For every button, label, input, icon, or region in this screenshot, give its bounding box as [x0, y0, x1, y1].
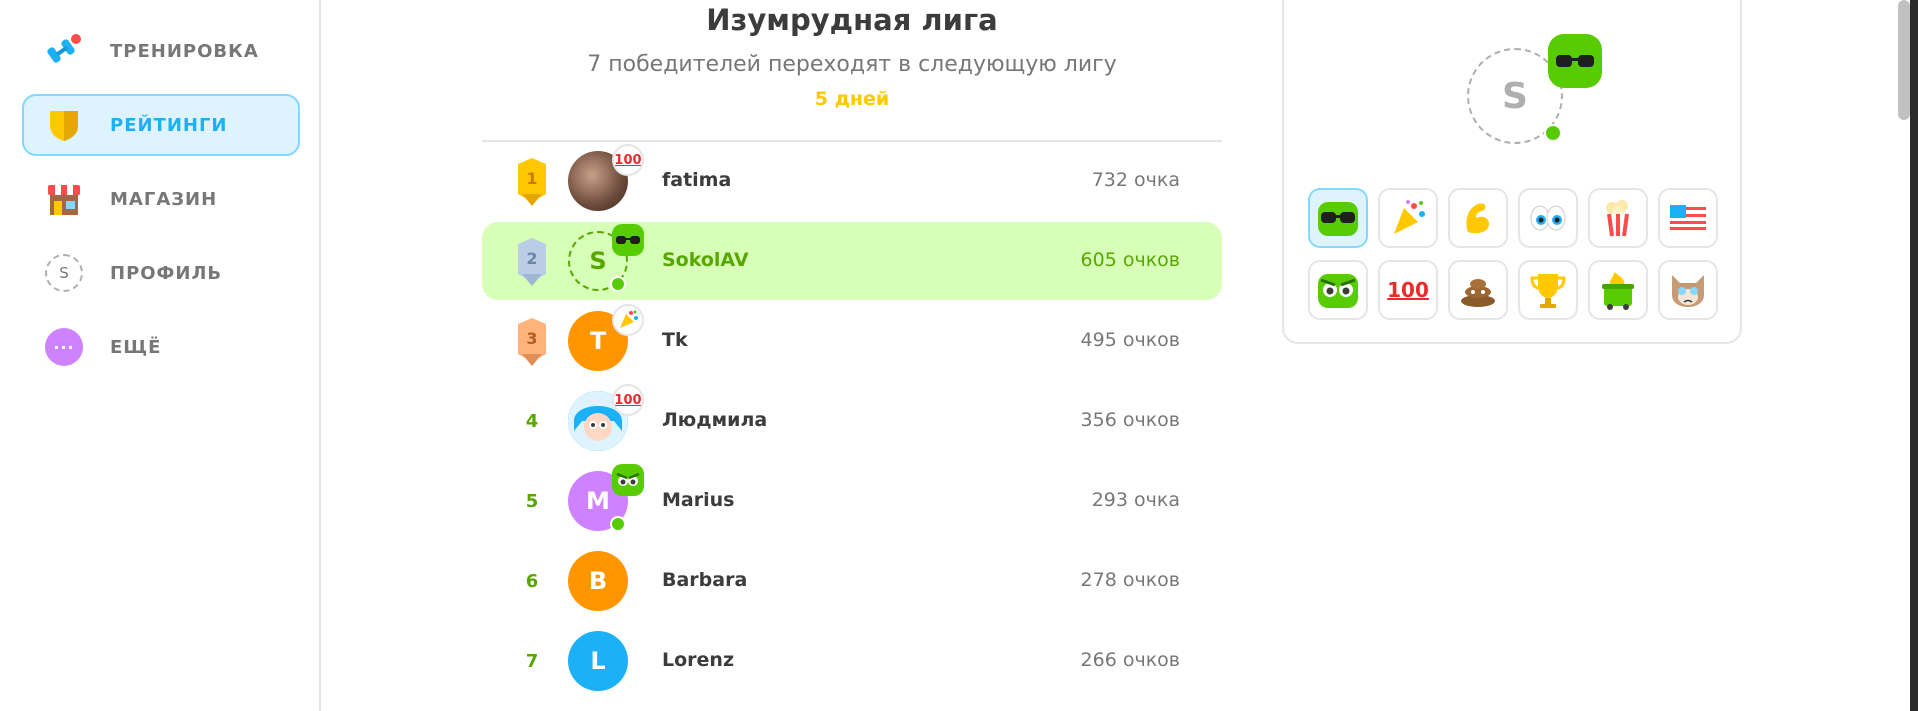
avatar[interactable]: B [568, 551, 628, 611]
leaderboard-row[interactable]: 6 B Barbara 278 очков [482, 542, 1222, 620]
popcorn-icon[interactable] [1588, 188, 1648, 248]
trophy-icon[interactable] [1518, 260, 1578, 320]
leaderboard-row[interactable]: 7 L Lorenz 266 очков [482, 622, 1222, 700]
sidebar-item-more[interactable]: ··· ЕЩЁ [22, 316, 300, 378]
profile-icon: S [42, 251, 86, 295]
sunglasses-owl-icon [1548, 34, 1602, 88]
sidebar-item-label: ЕЩЁ [110, 336, 162, 358]
bronze-medal-icon: 3 [510, 318, 554, 366]
sidebar-item-label: РЕЙТИНГИ [110, 114, 228, 136]
flexed-arm-icon[interactable] [1448, 188, 1508, 248]
party-popper-icon [612, 304, 644, 336]
league-days-left: 5 дней [814, 88, 890, 110]
leaderboard-row[interactable]: 1 100 fatima 732 очка [482, 142, 1222, 220]
points: 732 очка [1091, 169, 1180, 191]
hundred-points-icon[interactable]: 100 [1378, 260, 1438, 320]
dumbbell-icon [42, 29, 86, 73]
online-indicator [610, 516, 626, 532]
rank-number: 5 [525, 490, 539, 512]
username[interactable]: Tk [662, 329, 688, 351]
poop-icon[interactable] [1448, 260, 1508, 320]
trash-fire-icon[interactable] [1588, 260, 1648, 320]
username[interactable]: Marius [662, 489, 734, 511]
points: 278 очков [1080, 569, 1180, 591]
shield-icon [42, 103, 86, 147]
grumpy-cat-icon[interactable] [1658, 260, 1718, 320]
angry-owl-icon[interactable] [1308, 260, 1368, 320]
leaderboard-row[interactable]: 3 T Tk 495 очков [482, 302, 1222, 380]
sidebar-item-profile[interactable]: S ПРОФИЛЬ [22, 242, 300, 304]
username[interactable]: Barbara [662, 569, 747, 591]
points: 605 очков [1080, 249, 1180, 271]
online-indicator [1544, 124, 1562, 142]
sidebar-item-leaderboards[interactable]: РЕЙТИНГИ [22, 94, 300, 156]
hundred-points-icon: 100 [612, 144, 644, 176]
sidebar: ТРЕНИРОВКА РЕЙТИНГИ МАГАЗИН S ПРОФИЛЬ ··… [0, 0, 321, 711]
sunglasses-owl-icon [612, 224, 644, 256]
leaderboard-row-current-user[interactable]: 2 S SokolAV 605 очков [482, 222, 1222, 300]
sidebar-item-shop[interactable]: МАГАЗИН [22, 168, 300, 230]
us-flag-icon[interactable] [1658, 188, 1718, 248]
party-popper-icon[interactable] [1378, 188, 1438, 248]
hundred-points-icon: 100 [612, 384, 644, 416]
rank-number: 7 [525, 650, 539, 672]
username[interactable]: SokolAV [662, 249, 749, 271]
rank-number: 4 [525, 410, 539, 432]
username[interactable]: Lorenz [662, 649, 734, 671]
more-icon: ··· [42, 325, 86, 369]
sidebar-item-training[interactable]: ТРЕНИРОВКА [22, 20, 300, 82]
angry-owl-icon [612, 464, 644, 496]
online-indicator [610, 276, 626, 292]
window-edge [1910, 0, 1918, 711]
sidebar-item-label: ПРОФИЛЬ [110, 262, 223, 284]
points: 293 очка [1091, 489, 1180, 511]
sidebar-item-label: МАГАЗИН [110, 188, 218, 210]
rank-number: 6 [525, 570, 539, 592]
svg-text:1: 1 [526, 169, 537, 188]
silver-medal-icon: 2 [510, 238, 554, 286]
username[interactable]: fatima [662, 169, 731, 191]
svg-text:3: 3 [526, 329, 537, 348]
username[interactable]: Людмила [662, 409, 767, 431]
leaderboard-row[interactable]: 5 M Marius 293 очка [482, 462, 1222, 540]
sidebar-item-label: ТРЕНИРОВКА [110, 40, 259, 62]
profile-letter: S [45, 254, 83, 292]
leaderboard-row[interactable]: 4 100 Людмила 356 очков [482, 382, 1222, 460]
league-title: Изумрудная лига [706, 3, 998, 37]
eyes-icon[interactable] [1518, 188, 1578, 248]
sunglasses-owl-icon[interactable] [1308, 188, 1368, 248]
status-card: S 100 [1282, 0, 1742, 344]
points: 495 очков [1080, 329, 1180, 351]
shop-icon [42, 177, 86, 221]
svg-text:2: 2 [526, 249, 537, 268]
points: 356 очков [1080, 409, 1180, 431]
points: 266 очков [1080, 649, 1180, 671]
gold-medal-icon: 1 [510, 158, 554, 206]
avatar[interactable]: L [568, 631, 628, 691]
scrollbar[interactable] [1898, 0, 1910, 120]
league-subtitle: 7 победителей переходят в следующую лигу [587, 52, 1117, 77]
